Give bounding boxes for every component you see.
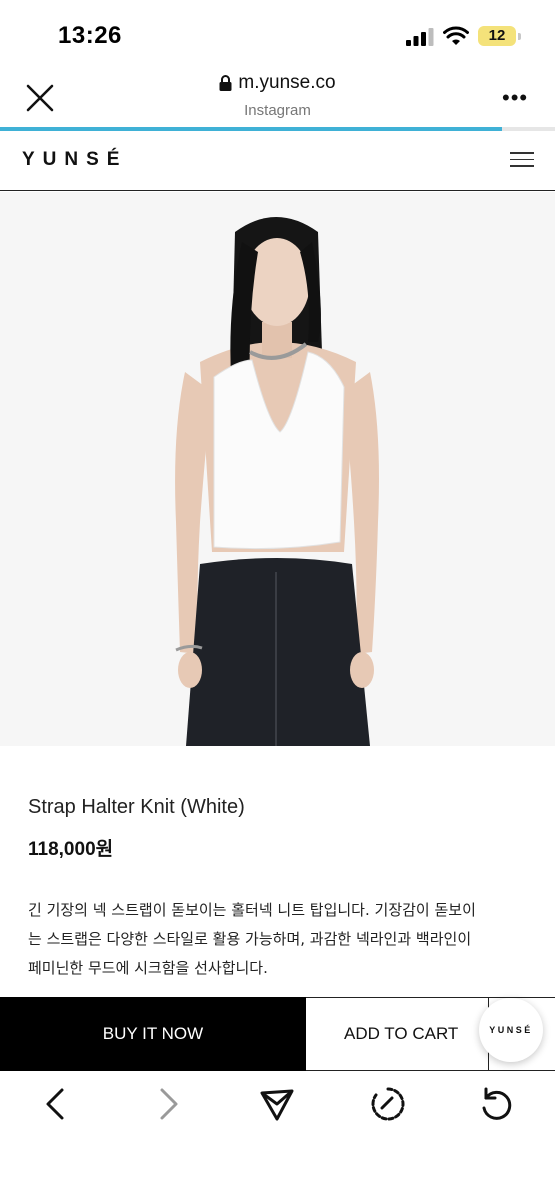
reload-icon[interactable]: [476, 1084, 516, 1124]
more-icon[interactable]: •••: [502, 87, 528, 109]
browser-bar: m.yunse.co Instagram •••: [0, 70, 555, 128]
wifi-icon: [443, 26, 469, 45]
back-icon[interactable]: [36, 1084, 76, 1124]
product-name: Strap Halter Knit (White): [28, 796, 245, 818]
product-description-line: 긴 기장의 넥 스트랩이 돋보이는 홀터넥 니트 탑입니다. 기장감이 돋보이: [28, 901, 476, 919]
forward-icon[interactable]: [148, 1084, 188, 1124]
address-bar[interactable]: m.yunse.co Instagram: [0, 72, 555, 119]
refresh-icon[interactable]: [368, 1084, 408, 1124]
product-image: [0, 192, 555, 746]
floating-logo-button[interactable]: YUNSÉ: [479, 998, 543, 1062]
cellular-signal-icon: [406, 28, 434, 46]
share-icon[interactable]: [257, 1084, 297, 1124]
lock-icon: [219, 75, 232, 91]
url-subtitle: Instagram: [244, 102, 311, 119]
product-description: 긴 기장의 넥 스트랩이 돋보이는 홀터넥 니트 탑입니다. 기장감이 돋보이 …: [28, 896, 533, 983]
product-price: 118,000원: [28, 839, 114, 860]
battery-icon: 12: [478, 26, 521, 46]
browser-toolbar: [0, 1072, 555, 1200]
model-photo: [0, 192, 555, 746]
buy-now-button[interactable]: BUY IT NOW: [0, 997, 306, 1071]
site-logo[interactable]: YUNSÉ: [22, 149, 127, 171]
url-text: m.yunse.co: [238, 72, 336, 93]
status-time: 13:26: [58, 22, 122, 49]
product-description-line: 는 스트랩은 다양한 스타일로 활용 가능하며, 과감한 넥라인과 백라인이: [28, 930, 472, 948]
purchase-bar: BUY IT NOW ADD TO CART: [0, 997, 555, 1071]
product-description-line: 페미닌한 무드에 시크함을 선사합니다.: [28, 959, 268, 977]
status-bar: 13:26 12: [0, 0, 555, 70]
menu-icon[interactable]: [510, 152, 534, 170]
site-header: YUNSÉ: [0, 131, 555, 191]
